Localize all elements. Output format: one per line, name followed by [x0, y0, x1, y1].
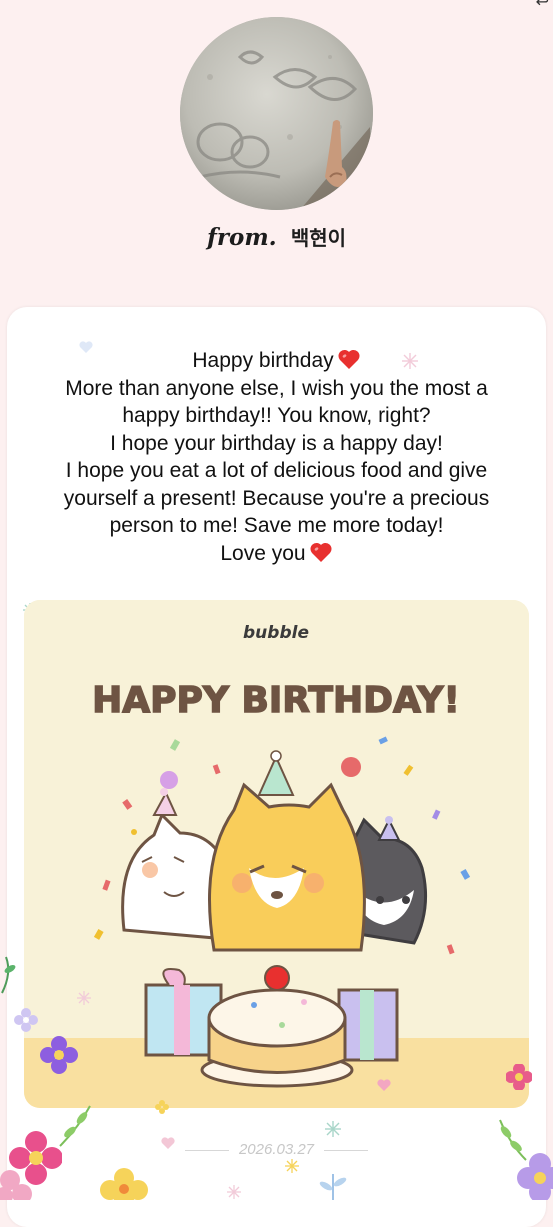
heart-emoji-icon: [310, 542, 332, 562]
flower-deco-icon: [155, 1100, 169, 1114]
heart-deco-icon: [377, 1079, 391, 1091]
message-line: Love you: [20, 540, 533, 568]
leaf-deco-icon: [1, 956, 16, 994]
flower-deco-icon: [14, 1008, 38, 1032]
message-line: happy birthday!! You know, right?: [122, 404, 431, 427]
message-line: I hope you eat a lot of delicious food a…: [65, 459, 488, 482]
leaf-deco-icon: [319, 1174, 347, 1200]
flower-deco-icon: [40, 1036, 78, 1074]
happy-birthday-headline: HAPPY BIRTHDAY!: [92, 680, 460, 721]
message-line: More than anyone else, I wish you the mo…: [65, 376, 488, 400]
flower-deco-icon: [517, 1153, 553, 1200]
message-date: 2026.03.27: [238, 1141, 315, 1158]
date-row: 2026.03.27: [0, 1141, 553, 1158]
sender-avatar: [180, 17, 373, 210]
from-label: from.: [206, 224, 277, 251]
sparkle-deco-icon: [227, 1185, 241, 1199]
flower-deco-icon: [100, 1168, 148, 1200]
divider-line: [324, 1149, 369, 1151]
sparkle-deco-icon: [325, 1121, 341, 1137]
gift-box-right-icon: [337, 988, 399, 1062]
message-line: person to me! Save me more today!: [109, 514, 444, 537]
sender-line: from. 백현이: [0, 222, 553, 251]
message-line: yourself a present! Because you're a pre…: [63, 486, 490, 510]
message-text: Happy birthday More than anyone else, I …: [20, 347, 533, 567]
sparkle-deco-icon: [285, 1159, 299, 1173]
heart-emoji-icon: [338, 349, 360, 369]
message-line: I hope your birthday is a happy day!: [110, 431, 443, 455]
bubble-brand-text: bubble: [243, 623, 309, 643]
share-arrow-icon[interactable]: ↩: [536, 0, 549, 11]
flower-deco-icon: [506, 1064, 532, 1090]
sparkle-deco-icon: [77, 991, 91, 1005]
birthday-card-image: bubble HAPPY BIRTHDAY!: [24, 600, 529, 1108]
message-line: Happy birthday: [20, 347, 533, 375]
sender-name: 백현이: [290, 226, 347, 250]
divider-line: [184, 1149, 229, 1151]
